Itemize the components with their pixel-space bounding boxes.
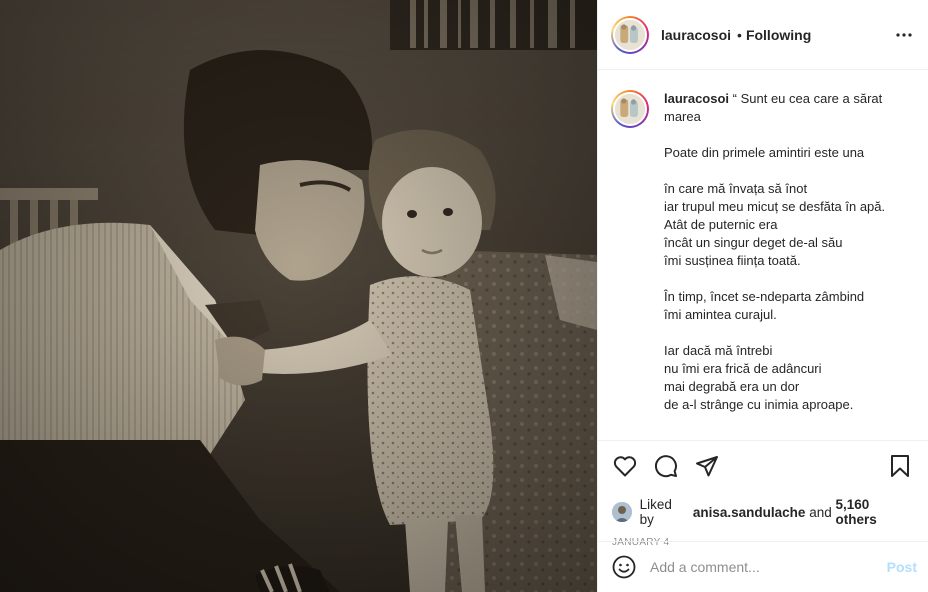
liker-avatar[interactable] <box>612 502 632 522</box>
likes-others-count[interactable]: 5,160 others <box>836 497 913 527</box>
caption-line: Atât de puternic era <box>664 217 778 232</box>
heart-icon[interactable] <box>612 453 638 479</box>
post-comment-button[interactable]: Post <box>887 559 917 575</box>
caption-line: marea <box>664 109 701 124</box>
emoji-icon[interactable] <box>612 555 636 579</box>
caption-line: iar trupul meu micuț se desfăta în apă. <box>664 199 886 214</box>
post-actions: Liked by anisa.sandulache and 5,160 othe… <box>598 440 928 548</box>
liked-by-prefix: Liked by <box>639 497 672 527</box>
caption-line: nu îmi era frică de adâncuri <box>664 361 822 376</box>
bookmark-icon[interactable] <box>887 453 913 479</box>
avatar-image <box>615 94 645 124</box>
post-photo[interactable] <box>0 0 597 592</box>
caption-avatar[interactable] <box>611 90 649 128</box>
caption-line: îmi susținea ființa toată. <box>664 253 801 268</box>
caption-line: mai degrabă era un dor <box>664 379 800 394</box>
caption-line: de a-l strânge cu inimia aproape. <box>664 397 854 412</box>
caption-username[interactable]: lauracosoi <box>664 91 729 106</box>
likes-summary: Liked by anisa.sandulache and 5,160 othe… <box>612 497 913 527</box>
caption-line: Poate din primele amintiri este una <box>664 145 865 160</box>
caption-area: lauracosoi “ Sunt eu cea care a sărat ma… <box>598 70 928 440</box>
dot-separator: • <box>737 26 742 43</box>
post-header: lauracosoi • Following <box>598 0 928 70</box>
caption-line: Iar dacă mă întrebi <box>664 343 773 358</box>
comment-bar: Post <box>598 541 928 592</box>
caption-text: lauracosoi “ Sunt eu cea care a sărat ma… <box>664 90 909 440</box>
header-username[interactable]: lauracosoi <box>661 27 731 43</box>
following-button[interactable]: Following <box>746 27 811 43</box>
comment-icon[interactable] <box>653 453 679 479</box>
post-side-panel: lauracosoi • Following lauracosoi “ Sunt… <box>597 0 928 592</box>
profile-avatar[interactable] <box>611 15 649 54</box>
comment-input[interactable] <box>650 559 887 575</box>
caption-line: încât un singur deget de-al său <box>664 235 843 250</box>
action-icons <box>612 453 913 479</box>
caption-line: îmi amintea curajul. <box>664 307 777 322</box>
avatar-image <box>615 19 645 50</box>
share-icon[interactable] <box>694 453 720 479</box>
caption-line: în care mă învața să înot <box>664 181 808 196</box>
caption-line: “ Sunt eu cea care a sărat <box>732 91 883 106</box>
liker-username[interactable]: anisa.sandulache <box>693 505 806 520</box>
more-options-icon[interactable] <box>894 25 914 45</box>
caption-line: În timp, încet se-ndeparta zâmbind <box>664 289 865 304</box>
sepia-photo-illustration <box>0 0 597 592</box>
likes-and: and <box>809 504 832 520</box>
